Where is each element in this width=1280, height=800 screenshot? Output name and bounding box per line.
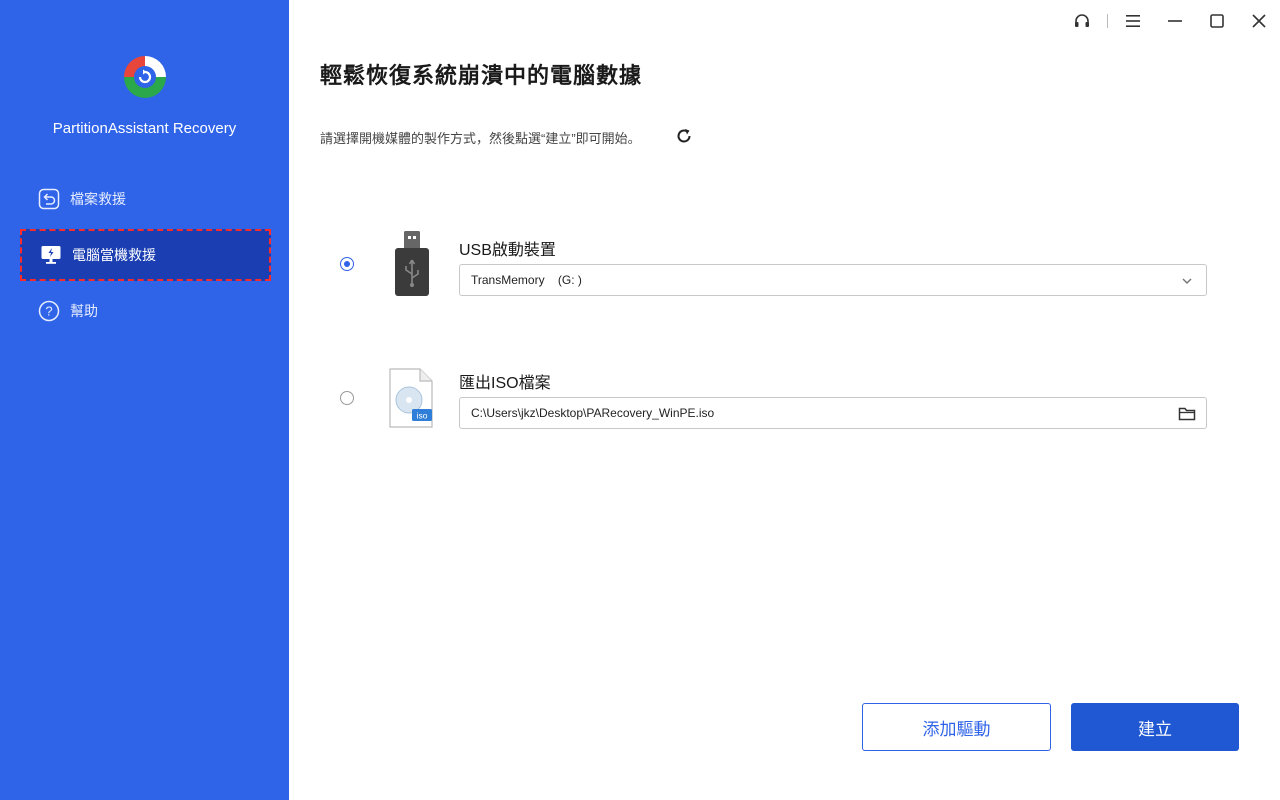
refresh-icon[interactable] bbox=[674, 126, 694, 146]
sidebar-item-file-recovery[interactable]: 檔案救援 bbox=[20, 173, 271, 225]
sidebar-item-label: 幫助 bbox=[70, 303, 98, 319]
usb-device-select[interactable]: TransMemory (G: ) bbox=[459, 264, 1207, 296]
svg-text:?: ? bbox=[45, 304, 52, 319]
chevron-down-icon[interactable] bbox=[1178, 272, 1196, 290]
usb-device-value: TransMemory (G: ) bbox=[471, 273, 582, 287]
app-logo-icon bbox=[124, 56, 166, 98]
create-button[interactable]: 建立 bbox=[1071, 703, 1239, 751]
restore-icon bbox=[37, 187, 61, 211]
help-icon: ? bbox=[37, 299, 61, 323]
page-subtitle: 請選擇開機媒體的製作方式，然後點選“建立”即可開始。 bbox=[320, 131, 641, 146]
support-button[interactable] bbox=[1061, 0, 1103, 42]
window-controls bbox=[1061, 0, 1280, 42]
sidebar: PartitionAssistant Recovery 檔案救援 電腦當機救援 … bbox=[0, 0, 289, 800]
maximize-icon bbox=[1210, 14, 1224, 28]
iso-badge: iso bbox=[417, 411, 428, 421]
sidebar-item-help[interactable]: ? 幫助 bbox=[20, 285, 271, 337]
usb-option-radio[interactable] bbox=[340, 257, 354, 271]
usb-option-label: USB啟動裝置 bbox=[459, 242, 556, 259]
sidebar-item-crash-recovery[interactable]: 電腦當機救援 bbox=[20, 229, 271, 281]
maximize-button[interactable] bbox=[1196, 0, 1238, 42]
sidebar-item-label: 電腦當機救援 bbox=[72, 247, 156, 263]
folder-icon[interactable] bbox=[1178, 405, 1196, 423]
menu-icon bbox=[1126, 15, 1140, 27]
sidebar-item-label: 檔案救援 bbox=[70, 191, 126, 207]
headset-icon bbox=[1075, 14, 1089, 27]
usb-drive-icon bbox=[395, 231, 429, 296]
add-driver-button[interactable]: 添加驅動 bbox=[862, 703, 1051, 751]
minimize-button[interactable] bbox=[1154, 0, 1196, 42]
close-icon bbox=[1252, 14, 1266, 28]
app-name: PartitionAssistant Recovery bbox=[52, 120, 237, 137]
close-button[interactable] bbox=[1238, 0, 1280, 42]
page-title: 輕鬆恢復系統崩潰中的電腦數據 bbox=[320, 63, 643, 88]
iso-option-radio[interactable] bbox=[340, 391, 354, 405]
separator bbox=[1107, 14, 1108, 28]
menu-button[interactable] bbox=[1112, 0, 1154, 42]
iso-path-field[interactable]: C:\Users\jkz\Desktop\PARecovery_WinPE.is… bbox=[459, 397, 1207, 429]
iso-option-label: 匯出ISO檔案 bbox=[459, 375, 551, 392]
minimize-icon bbox=[1168, 20, 1182, 22]
crashed-pc-icon bbox=[39, 243, 63, 267]
iso-file-icon: iso bbox=[389, 368, 433, 428]
iso-path-value: C:\Users\jkz\Desktop\PARecovery_WinPE.is… bbox=[471, 406, 715, 420]
